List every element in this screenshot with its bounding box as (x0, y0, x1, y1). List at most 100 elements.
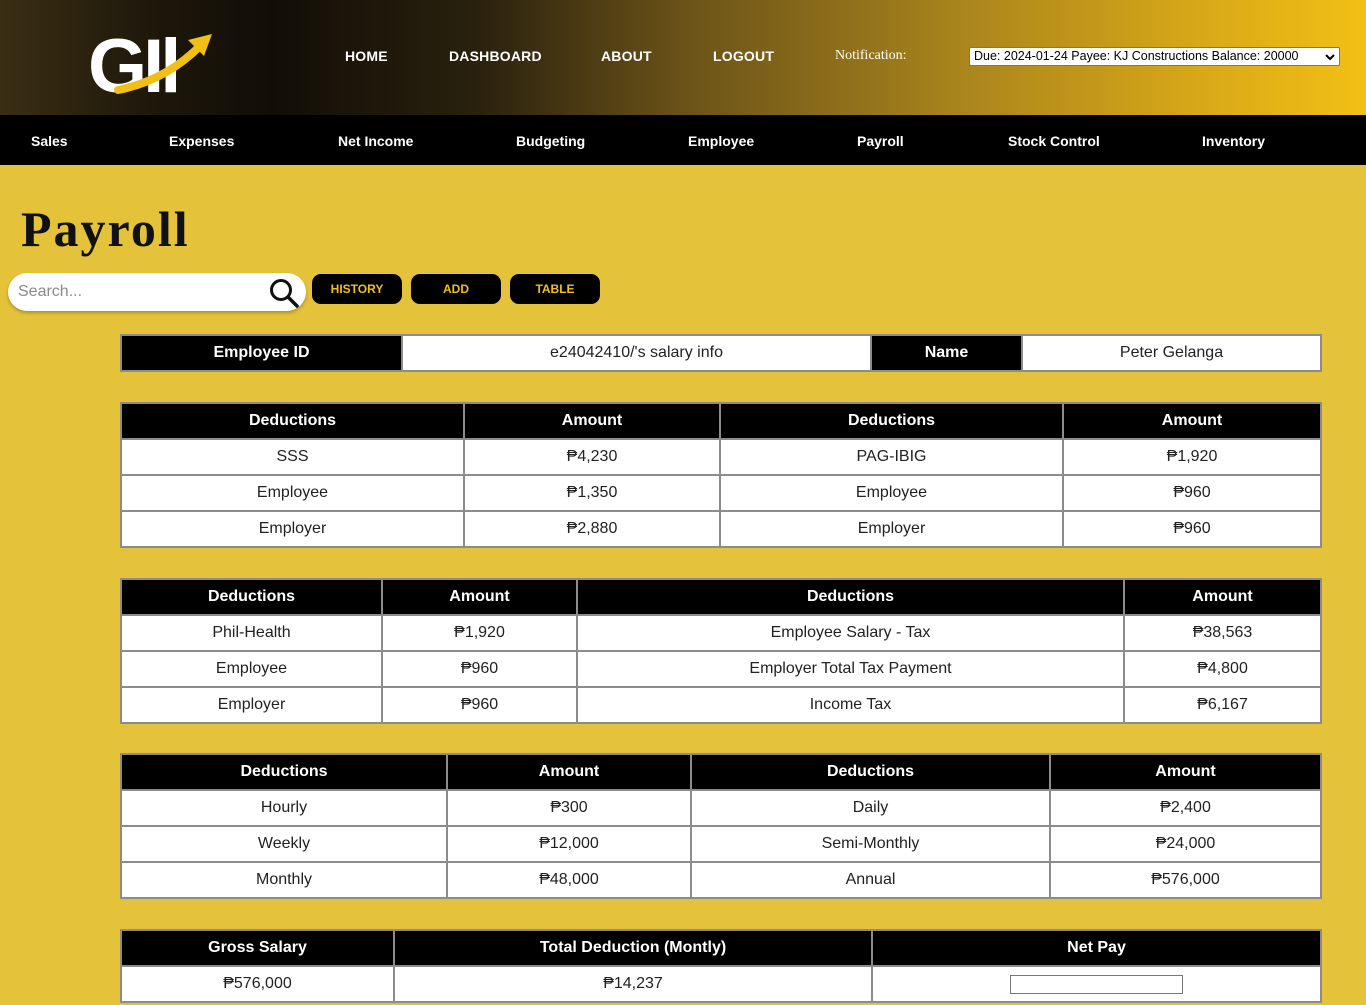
nav-net-income[interactable]: Net Income (338, 133, 413, 149)
table-cell: ₱4,230 (463, 438, 721, 476)
table-cell: Monthly (120, 861, 448, 899)
table-cell: ₱1,920 (381, 614, 578, 652)
table-cell: ₱960 (1062, 474, 1322, 512)
table-row: Phil-Health ₱1,920 Employee Salary - Tax… (120, 614, 1322, 652)
table-cell: ₱960 (381, 686, 578, 724)
employee-id-value: e24042410/'s salary info (401, 334, 872, 372)
nav-home[interactable]: HOME (345, 48, 388, 64)
search-bar (8, 273, 306, 311)
column-header: Amount (1062, 402, 1322, 440)
column-header: Total Deduction (Montly) (393, 929, 873, 967)
column-header: Deductions (576, 578, 1125, 616)
column-header: Amount (446, 753, 692, 791)
column-header: Deductions (719, 402, 1064, 440)
notification-selected-value: Due: 2024-01-24 Payee: KJ Constructions … (974, 49, 1299, 63)
table-cell: Income Tax (576, 686, 1125, 724)
net-pay-input[interactable] (1010, 974, 1183, 994)
table-cell: SSS (120, 438, 465, 476)
employee-info-table: Employee ID e24042410/'s salary info Nam… (120, 334, 1322, 372)
table-cell: ₱1,920 (1062, 438, 1322, 476)
table-cell: ₱48,000 (446, 861, 692, 899)
module-nav: Sales Expenses Net Income Budgeting Empl… (0, 115, 1366, 165)
gii-logo[interactable]: GIl (88, 18, 214, 98)
nav-expenses[interactable]: Expenses (169, 133, 234, 149)
nav-logout[interactable]: LOGOUT (713, 48, 774, 64)
column-header: Gross Salary (120, 929, 395, 967)
table-cell: Employer (120, 510, 465, 548)
nav-about[interactable]: ABOUT (601, 48, 652, 64)
name-value: Peter Gelanga (1021, 334, 1322, 372)
nav-dashboard[interactable]: DASHBOARD (449, 48, 542, 64)
table-cell: ₱12,000 (446, 825, 692, 863)
table-cell: ₱960 (1062, 510, 1322, 548)
column-header: Amount (381, 578, 578, 616)
table-cell: ₱4,800 (1123, 650, 1322, 688)
search-icon[interactable] (268, 277, 300, 309)
table-header-row: Deductions Amount Deductions Amount (120, 578, 1322, 616)
table-row: Weekly ₱12,000 Semi-Monthly ₱24,000 (120, 825, 1322, 863)
table-cell: Weekly (120, 825, 448, 863)
table-row: Employee ID e24042410/'s salary info Nam… (120, 334, 1322, 372)
table-cell: Employee (719, 474, 1064, 512)
deductions-table-2: Deductions Amount Deductions Amount Phil… (120, 578, 1322, 724)
nav-sales[interactable]: Sales (31, 133, 68, 149)
column-header: Deductions (120, 402, 465, 440)
net-pay-cell (871, 965, 1322, 1003)
nav-budgeting[interactable]: Budgeting (516, 133, 585, 149)
page-title: Payroll (21, 201, 190, 257)
table-cell: Employer (120, 686, 383, 724)
employee-id-label: Employee ID (120, 334, 403, 372)
table-header-row: Gross Salary Total Deduction (Montly) Ne… (120, 929, 1322, 967)
table-cell: Phil-Health (120, 614, 383, 652)
column-header: Amount (1123, 578, 1322, 616)
table-row: Hourly ₱300 Daily ₱2,400 (120, 789, 1322, 827)
table-cell: ₱38,563 (1123, 614, 1322, 652)
table-cell: Semi-Monthly (690, 825, 1051, 863)
nav-employee[interactable]: Employee (688, 133, 754, 149)
table-cell: ₱300 (446, 789, 692, 827)
table-row: Employee ₱1,350 Employee ₱960 (120, 474, 1322, 512)
table-cell: Hourly (120, 789, 448, 827)
table-header-row: Deductions Amount Deductions Amount (120, 402, 1322, 440)
table-cell: Employee (120, 650, 383, 688)
table-button[interactable]: TABLE (510, 274, 600, 304)
history-button[interactable]: HISTORY (312, 274, 402, 304)
table-cell: ₱576,000 (1049, 861, 1322, 899)
notification-select[interactable]: Due: 2024-01-24 Payee: KJ Constructions … (969, 47, 1340, 66)
table-cell: ₱2,400 (1049, 789, 1322, 827)
search-input[interactable] (18, 279, 253, 305)
table-cell: Employee Salary - Tax (576, 614, 1125, 652)
nav-inventory[interactable]: Inventory (1202, 133, 1265, 149)
table-row: Employee ₱960 Employer Total Tax Payment… (120, 650, 1322, 688)
table-cell: ₱2,880 (463, 510, 721, 548)
notification-label: Notification: (835, 48, 907, 63)
column-header: Amount (1049, 753, 1322, 791)
table-row: Employer ₱2,880 Employer ₱960 (120, 510, 1322, 548)
table-cell: ₱6,167 (1123, 686, 1322, 724)
nav-payroll[interactable]: Payroll (857, 133, 904, 149)
table-row: Employer ₱960 Income Tax ₱6,167 (120, 686, 1322, 724)
top-bar: GIl HOME DASHBOARD ABOUT LOGOUT Notifica… (0, 0, 1366, 115)
column-header: Deductions (120, 578, 383, 616)
table-cell: Daily (690, 789, 1051, 827)
table-cell: ₱1,350 (463, 474, 721, 512)
table-cell: ₱24,000 (1049, 825, 1322, 863)
column-header: Amount (463, 402, 721, 440)
name-label: Name (870, 334, 1023, 372)
salary-summary-table: Gross Salary Total Deduction (Montly) Ne… (120, 929, 1322, 1003)
add-button[interactable]: ADD (411, 274, 501, 304)
nav-stock-control[interactable]: Stock Control (1008, 133, 1100, 149)
column-header: Net Pay (871, 929, 1322, 967)
chevron-down-icon (1325, 54, 1335, 61)
table-cell: Annual (690, 861, 1051, 899)
column-header: Deductions (120, 753, 448, 791)
table-cell: ₱960 (381, 650, 578, 688)
table-cell: Employee (120, 474, 465, 512)
gross-salary-value: ₱576,000 (120, 965, 395, 1003)
table-cell: PAG-IBIG (719, 438, 1064, 476)
table-row: SSS ₱4,230 PAG-IBIG ₱1,920 (120, 438, 1322, 476)
table-cell: Employer Total Tax Payment (576, 650, 1125, 688)
table-row: ₱576,000 ₱14,237 (120, 965, 1322, 1003)
deductions-table-1: Deductions Amount Deductions Amount SSS … (120, 402, 1322, 548)
salary-rates-table: Deductions Amount Deductions Amount Hour… (120, 753, 1322, 899)
